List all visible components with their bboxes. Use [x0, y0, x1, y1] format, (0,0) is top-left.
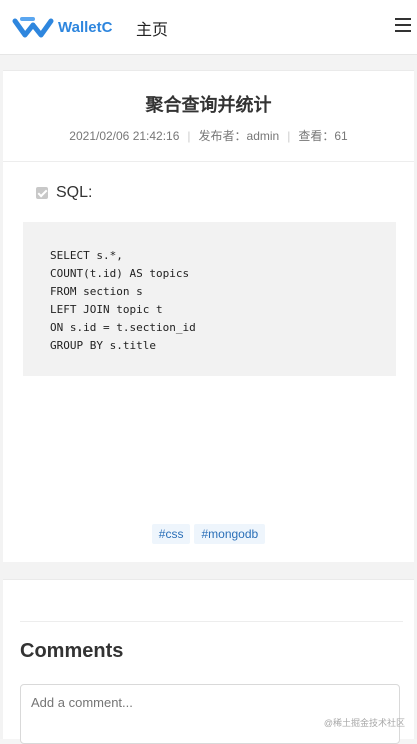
nav-home-link[interactable]: 主页 [136, 16, 168, 40]
brand-logo[interactable]: WalletC [12, 12, 112, 42]
walletc-logo-icon [12, 17, 54, 38]
code-line: COUNT(t.id) AS topics [50, 267, 190, 280]
tag-css[interactable]: #css [151, 524, 191, 544]
meta-separator: | [287, 128, 291, 143]
logo-text: WalletC [58, 18, 113, 36]
watermark: @稀土掘金技术社区 [323, 718, 405, 728]
post-title: 聚合查询并统计 [145, 95, 272, 115]
comment-input[interactable] [20, 684, 400, 744]
post-meta: 2021/02/06 21:42:16 | 发布者：admin | 查看：61 [3, 127, 414, 144]
meta-separator: | [187, 128, 191, 143]
code-line: SELECT s.*, [50, 249, 123, 262]
code-block: SELECT s.*, COUNT(t.id) AS topics FROM s… [23, 222, 396, 376]
code-line: GROUP BY s.title [50, 339, 156, 352]
code-line: LEFT JOIN topic t [50, 303, 163, 316]
post-date: 2021/02/06 21:42:16 [69, 128, 180, 143]
post-views: 查看：61 [298, 129, 348, 143]
top-navbar: WalletC 主页 [0, 0, 417, 55]
post-header: 聚合查询并统计 2021/02/06 21:42:16 | 发布者：admin … [3, 71, 414, 162]
comments-title: Comments [20, 640, 124, 662]
comments-section: Comments [3, 579, 414, 744]
code-line: ON s.id = t.section_id [50, 321, 196, 334]
post-author: 发布者：admin [198, 129, 280, 143]
sql-label: SQL: [56, 184, 93, 201]
sql-row: SQL: [36, 184, 92, 202]
divider [20, 621, 403, 622]
tag-mongodb[interactable]: #mongodb [194, 524, 266, 544]
hamburger-menu-icon[interactable] [395, 18, 411, 32]
sql-checkbox[interactable] [36, 187, 48, 199]
code-line: FROM section s [50, 285, 143, 298]
tag-list: #css #mongodb [3, 524, 414, 544]
post-card: 聚合查询并统计 2021/02/06 21:42:16 | 发布者：admin … [3, 70, 414, 562]
